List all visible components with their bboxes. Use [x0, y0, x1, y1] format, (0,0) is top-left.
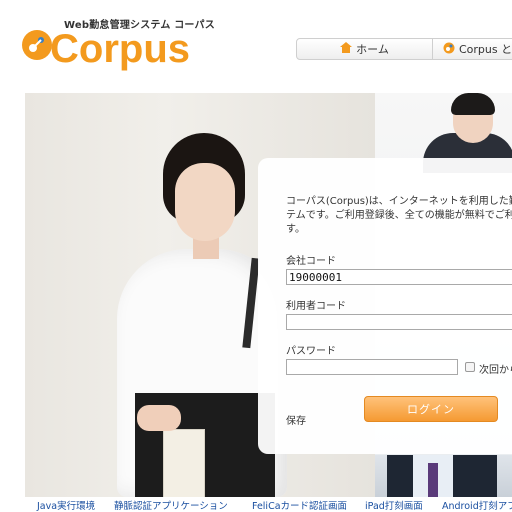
- nav-home[interactable]: ホーム: [297, 39, 433, 59]
- woman-hand: [137, 405, 181, 431]
- nav-about-corpus[interactable]: Corpus と: [433, 39, 512, 59]
- corpus-logo-icon: [443, 42, 455, 57]
- remember-label: 次回から: [479, 365, 512, 376]
- footer-link-android[interactable]: Android打刻アプ: [442, 498, 512, 512]
- password-input[interactable]: [286, 359, 458, 375]
- logo-mark-icon: [22, 30, 52, 60]
- footer-link-java[interactable]: Java実行環境: [37, 498, 95, 512]
- footer-link-vein-auth[interactable]: 静脈認証アプリケーション: [114, 498, 228, 512]
- company-code-input[interactable]: [286, 269, 512, 285]
- remember-checkbox[interactable]: [465, 362, 475, 372]
- man-hair: [451, 93, 495, 115]
- woman-face: [175, 163, 235, 241]
- home-icon: [340, 42, 353, 56]
- footer-link-felica[interactable]: FeliCaカード認証画面: [252, 498, 347, 512]
- service-description: コーパス(Corpus)は、インターネットを利用した勤 テムです。ご利用登録後、…: [286, 196, 512, 235]
- id-card: [163, 429, 205, 497]
- footer-links: Java実行環境 静脈認証アプリケーション FeliCaカード認証画面 iPad…: [0, 498, 512, 512]
- man2-tie: [428, 463, 438, 497]
- footer-link-ipad[interactable]: iPad打刻画面: [365, 498, 423, 512]
- user-code-label: 利用者コード: [286, 301, 346, 312]
- save-label: 保存: [286, 416, 306, 427]
- user-code-input[interactable]: [286, 314, 512, 330]
- password-label: パスワード: [286, 346, 336, 357]
- nav-home-label: ホーム: [356, 43, 389, 56]
- corpus-logo[interactable]: Web勤怠管理システム コーパス Corpus: [22, 16, 215, 72]
- nav-about-label: Corpus と: [459, 43, 512, 56]
- login-button[interactable]: ログイン: [364, 396, 498, 422]
- logo-wordmark: Corpus: [50, 27, 190, 71]
- main-nav: ホーム Corpus と: [296, 38, 512, 60]
- company-code-label: 会社コード: [286, 256, 336, 267]
